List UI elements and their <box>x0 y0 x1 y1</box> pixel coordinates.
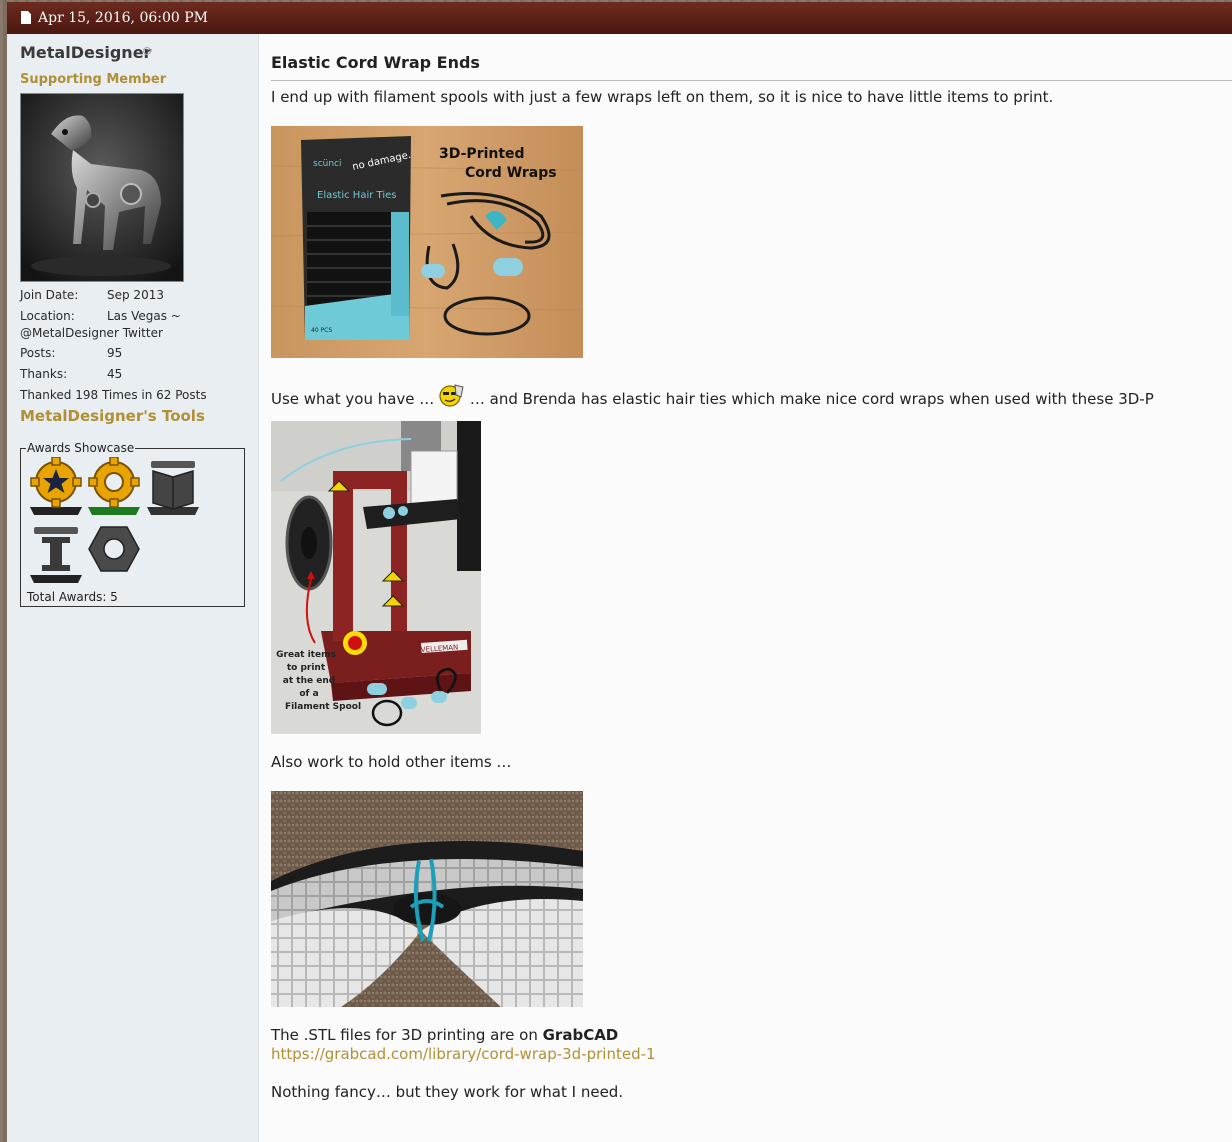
awards-showcase: Awards Showcase Total Awards: 5 <box>20 441 245 607</box>
location-value: Las Vegas ~ <box>107 309 181 323</box>
image-caption-line1: 3D-Printed <box>439 146 525 162</box>
join-date-row: Join Date: Sep 2013 <box>20 288 164 302</box>
caption-line-1: Great items <box>276 650 336 660</box>
location-extra: @MetalDesigner Twitter <box>20 326 163 340</box>
posts-label: Posts: <box>20 346 56 360</box>
caption-line-3: at the end <box>283 676 335 686</box>
caption-line-2: to print <box>287 663 326 673</box>
user-sidebar: MetalDesigner Supporting Member Join Dat… <box>7 34 258 1142</box>
thanks-row: Thanks: 45 <box>20 367 122 381</box>
gold-gear-green-ribbon-award-icon[interactable] <box>86 457 142 519</box>
paragraph-stl: The .STL files for 3D printing are on Gr… <box>271 1026 618 1044</box>
member-title: Supporting Member <box>20 72 167 87</box>
location-row: Location: Las Vegas ~ <box>20 309 181 323</box>
user-tools-link[interactable]: MetalDesigner's Tools <box>20 407 205 425</box>
grabcad-link[interactable]: https://grabcad.com/library/cord-wrap-3d… <box>271 1045 656 1063</box>
posts-value: 95 <box>107 346 123 360</box>
wrench-pillar-award-icon[interactable] <box>28 523 84 587</box>
offline-status-icon <box>143 47 151 55</box>
grabcad-bold-text: GrabCAD <box>542 1026 619 1044</box>
photo-3d-printer-spool[interactable]: VELLEMAN Great items to print at the end… <box>271 421 481 734</box>
post-title: Elastic Cord Wrap Ends <box>271 53 480 72</box>
caption-line-4: of a <box>299 689 318 699</box>
paragraph-also: Also work to hold other items … <box>271 753 512 771</box>
hex-nut-award-icon[interactable] <box>87 525 141 573</box>
image-brand-text: scünci <box>313 159 342 169</box>
image-caption-line2: Cord Wraps <box>465 165 557 181</box>
username-link[interactable]: MetalDesigner <box>20 43 151 62</box>
photo-cord-wrap-on-fabric[interactable] <box>271 791 583 1007</box>
paragraph-use: Use what you have … … and Brenda has ela… <box>271 383 1154 408</box>
paragraph-stl-text: The .STL files for 3D printing are on <box>271 1026 543 1044</box>
post-content: Elastic Cord Wrap Ends I end up with fil… <box>258 34 1232 1142</box>
title-divider <box>271 80 1232 81</box>
paragraph-intro: I end up with filament spools with just … <box>271 88 1054 106</box>
avatar[interactable] <box>20 93 184 282</box>
awards-legend: Awards Showcase <box>26 441 136 455</box>
location-label: Location: <box>20 309 75 323</box>
cool-smiley-icon <box>439 384 464 407</box>
posts-row: Posts: 95 <box>20 346 122 360</box>
join-date-value: Sep 2013 <box>107 288 164 302</box>
awards-total: Total Awards: 5 <box>27 590 118 604</box>
image-count-text: 40 PCS <box>311 327 332 334</box>
document-icon <box>21 11 31 24</box>
gold-star-gear-award-icon[interactable] <box>28 457 84 519</box>
post-header: Apr 15, 2016, 06:00 PM <box>7 2 1232 34</box>
paragraph-use-end: … and Brenda has elastic hair ties which… <box>469 390 1154 408</box>
wrench-book-award-icon[interactable] <box>145 457 201 519</box>
join-date-label: Join Date: <box>20 288 79 302</box>
caption-line-5: Filament Spool <box>285 702 361 712</box>
photo-hair-ties-cord-wraps[interactable]: scünci no damage. Elastic Hair Ties 40 P… <box>271 126 583 358</box>
image-product-text: Elastic Hair Ties <box>317 190 396 201</box>
post-date: Apr 15, 2016, 06:00 PM <box>38 10 209 26</box>
paragraph-closing: Nothing fancy… but they work for what I … <box>271 1083 624 1101</box>
thanks-value: 45 <box>107 367 123 381</box>
thanked-summary: Thanked 198 Times in 62 Posts <box>20 388 207 402</box>
paragraph-use-start: Use what you have … <box>271 390 435 408</box>
thanks-label: Thanks: <box>20 367 68 381</box>
